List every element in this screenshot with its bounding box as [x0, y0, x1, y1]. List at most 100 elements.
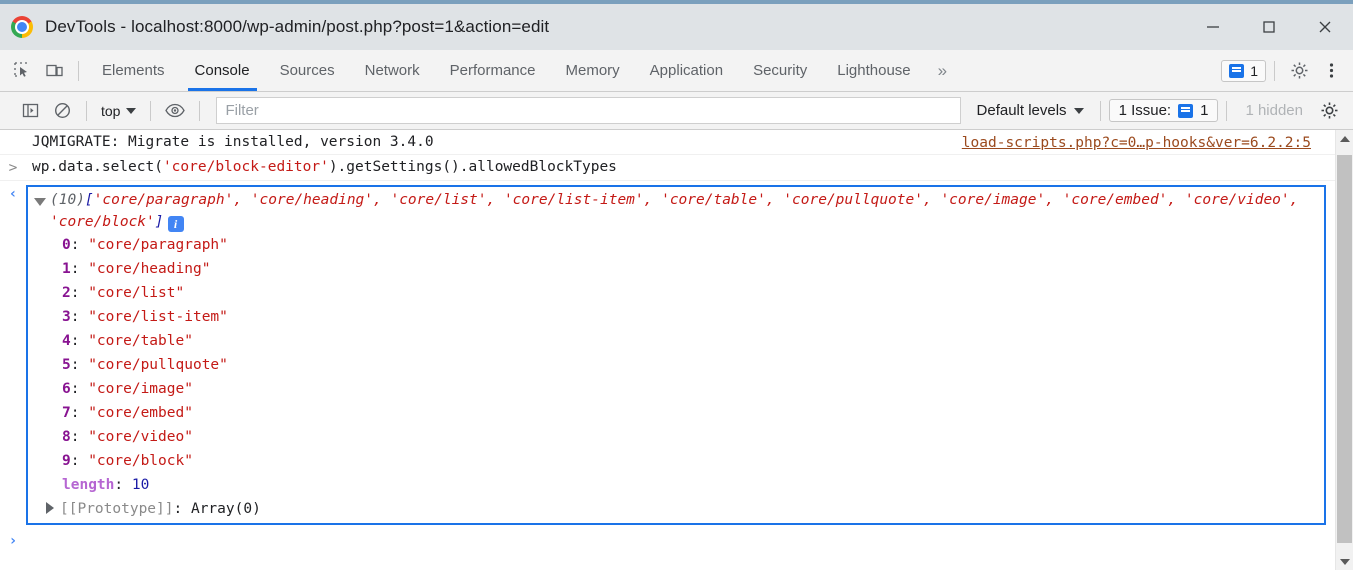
array-preview-text: (10)['core/paragraph', 'core/heading', '…: [50, 189, 1324, 233]
prompt-gutter: ›: [0, 532, 26, 549]
array-item-value: "core/table": [88, 333, 193, 349]
input-expression-string: 'core/block-editor': [162, 159, 329, 175]
array-item-index: 8: [62, 429, 71, 445]
console-toolbar: top Filter Default levels 1 Issue: 1 1 h…: [0, 92, 1353, 130]
console-log-row: JQMIGRATE: Migrate is installed, version…: [0, 130, 1353, 155]
array-property-list: 0: "core/paragraph" 1: "core/heading" 2:…: [34, 233, 1324, 497]
array-item-value: "core/list": [88, 285, 185, 301]
gear-icon[interactable]: [1283, 56, 1315, 86]
array-bracket-close: ]: [154, 214, 164, 230]
devtools-tabbar: Elements Console Sources Network Perform…: [0, 50, 1353, 92]
array-item-value: "core/pullquote": [88, 357, 228, 373]
scrollbar-down-arrow-icon[interactable]: [1336, 553, 1353, 570]
console-sidebar-icon[interactable]: [14, 96, 46, 126]
tab-application[interactable]: Application: [635, 50, 738, 91]
array-prototype-row[interactable]: [[Prototype]]: Array(0): [34, 497, 1324, 521]
issue-message-icon: [1178, 103, 1194, 118]
prototype-value: Array(0): [190, 501, 261, 517]
input-gutter: >: [0, 159, 26, 176]
log-gutter: [0, 134, 26, 135]
array-item-index: 3: [62, 309, 71, 325]
tab-network[interactable]: Network: [350, 50, 435, 91]
tab-sources[interactable]: Sources: [265, 50, 350, 91]
array-length-value: 10: [131, 477, 150, 493]
toolbar-divider-5: [1226, 100, 1228, 121]
result-gutter: ‹: [0, 185, 26, 202]
array-bracket-open: [: [84, 192, 94, 208]
issue-message-icon: [1229, 63, 1245, 78]
array-item-value: "core/image": [88, 381, 193, 397]
console-prompt-icon: ›: [8, 533, 18, 549]
toolbar-divider-1: [86, 100, 87, 121]
array-item-value: "core/video": [88, 429, 193, 445]
filter-placeholder: Filter: [225, 102, 259, 119]
more-tabs-icon[interactable]: »: [926, 61, 959, 81]
minimize-icon[interactable]: [1185, 4, 1241, 50]
array-item-row: 5: "core/pullquote": [62, 357, 228, 373]
console-result-row: ‹ (10)['core/paragraph', 'core/heading',…: [0, 181, 1353, 525]
array-item-row: 9: "core/block": [62, 453, 193, 469]
tab-memory[interactable]: Memory: [551, 50, 635, 91]
scrollbar-thumb[interactable]: [1337, 155, 1352, 543]
clear-console-icon[interactable]: [46, 96, 78, 126]
array-item-row: 2: "core/list": [62, 285, 185, 301]
console-scrollbar[interactable]: [1335, 130, 1353, 570]
array-item-row: 8: "core/video": [62, 429, 193, 445]
execution-context-selector[interactable]: top: [95, 103, 142, 119]
array-item-value: "core/heading": [88, 261, 211, 277]
scrollbar-track[interactable]: [1336, 147, 1353, 553]
array-item-index: 2: [62, 285, 71, 301]
issues-button-label: 1 Issue:: [1118, 102, 1172, 119]
console-source-link[interactable]: load-scripts.php?c=0…p-hooks&ver=6.2.2:5: [962, 135, 1311, 151]
tab-console[interactable]: Console: [180, 50, 265, 91]
issues-button-count: 1: [1200, 102, 1209, 119]
array-preview-items: 'core/paragraph', 'core/heading', 'core/…: [50, 192, 1299, 230]
tab-security[interactable]: Security: [738, 50, 822, 91]
tabbar-right-divider: [1274, 60, 1275, 81]
array-item-value: "core/embed": [88, 405, 193, 421]
console-prompt-row[interactable]: ›: [0, 525, 1353, 549]
devtools-tabs: Elements Console Sources Network Perform…: [87, 50, 959, 91]
array-length-row: length: 10: [62, 477, 150, 493]
array-item-row: 7: "core/embed": [62, 405, 193, 421]
close-icon[interactable]: [1297, 4, 1353, 50]
tab-elements[interactable]: Elements: [87, 50, 180, 91]
console-input-expression: wp.data.select('core/block-editor').getS…: [26, 159, 617, 175]
console-settings-gear-icon[interactable]: [1313, 96, 1345, 126]
array-preview-header[interactable]: (10)['core/paragraph', 'core/heading', '…: [34, 189, 1324, 233]
tab-performance[interactable]: Performance: [435, 50, 551, 91]
live-expression-icon[interactable]: [159, 96, 191, 126]
issues-button[interactable]: 1 Issue: 1: [1108, 99, 1219, 122]
window-title: DevTools - localhost:8000/wp-admin/post.…: [45, 17, 550, 36]
array-count: (10): [50, 192, 85, 208]
inspect-element-icon[interactable]: [6, 56, 38, 86]
maximize-icon[interactable]: [1241, 4, 1297, 50]
kebab-menu-icon[interactable]: [1315, 56, 1347, 86]
expand-triangle-icon[interactable]: [34, 198, 46, 206]
array-item-index: 7: [62, 405, 71, 421]
hidden-messages-count: 1 hidden: [1245, 102, 1303, 119]
scrollbar-up-arrow-icon[interactable]: [1336, 130, 1353, 147]
array-item-index: 5: [62, 357, 71, 373]
array-item-index: 6: [62, 381, 71, 397]
toolbar-divider-4: [1099, 100, 1101, 121]
window-titlebar: DevTools - localhost:8000/wp-admin/post.…: [0, 4, 1353, 50]
issues-chip[interactable]: 1: [1221, 59, 1266, 82]
console-log-message: JQMIGRATE: Migrate is installed, version…: [32, 134, 434, 150]
issues-chip-count: 1: [1250, 62, 1258, 79]
array-item-row: 1: "core/heading": [62, 261, 211, 277]
console-message-list[interactable]: JQMIGRATE: Migrate is installed, version…: [0, 130, 1353, 570]
tab-lighthouse[interactable]: Lighthouse: [822, 50, 925, 91]
collapse-triangle-icon[interactable]: [46, 502, 54, 514]
info-badge-icon[interactable]: i: [167, 216, 184, 232]
console-input-row: > wp.data.select('core/block-editor').ge…: [0, 155, 1353, 181]
array-item-index: 0: [62, 237, 71, 253]
log-levels-selector[interactable]: Default levels: [969, 102, 1092, 119]
device-toolbar-icon[interactable]: [38, 56, 70, 86]
result-highlight-box[interactable]: (10)['core/paragraph', 'core/heading', '…: [26, 185, 1326, 525]
array-item-index: 9: [62, 453, 71, 469]
filter-input[interactable]: Filter: [216, 97, 961, 124]
array-item-row: 4: "core/table": [62, 333, 193, 349]
input-prompt-icon: >: [8, 160, 18, 176]
toolbar-divider-3: [199, 100, 201, 121]
